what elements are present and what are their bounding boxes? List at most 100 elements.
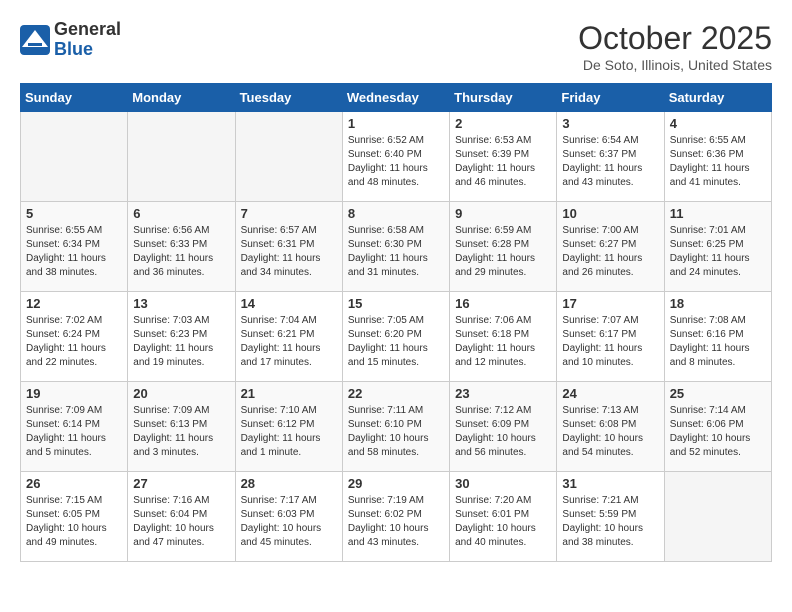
calendar-cell: 22 Sunrise: 7:11 AM Sunset: 6:10 PM Dayli… bbox=[342, 382, 449, 472]
logo: General Blue bbox=[20, 20, 121, 60]
day-info: Sunrise: 7:15 AM Sunset: 6:05 PM Dayligh… bbox=[26, 494, 122, 550]
day-number: 5 bbox=[26, 206, 122, 221]
calendar-cell: 31 Sunrise: 7:21 AM Sunset: 5:59 PM Dayli… bbox=[557, 472, 664, 562]
day-info: Sunrise: 6:53 AM Sunset: 6:39 PM Dayligh… bbox=[455, 134, 551, 190]
day-number: 7 bbox=[241, 206, 337, 221]
calendar-cell: 12 Sunrise: 7:02 AM Sunset: 6:24 PM Dayli… bbox=[21, 292, 128, 382]
calendar-cell: 19Sunrise: 7:09 AM Sunset: 6:14 PM Dayli… bbox=[21, 382, 128, 472]
calendar-cell: 14Sunrise: 7:04 AM Sunset: 6:21 PM Dayli… bbox=[235, 292, 342, 382]
calendar-cell: 1 Sunrise: 6:52 AM Sunset: 6:40 PM Daylig… bbox=[342, 112, 449, 202]
day-info: Sunrise: 7:16 AM Sunset: 6:04 PM Dayligh… bbox=[133, 494, 229, 550]
day-info: Sunrise: 7:07 AM Sunset: 6:17 PM Dayligh… bbox=[562, 314, 658, 370]
day-number: 13 bbox=[133, 296, 229, 311]
calendar-cell bbox=[664, 472, 771, 562]
logo-text: General Blue bbox=[54, 20, 121, 60]
calendar-cell: 24 Sunrise: 7:13 AM Sunset: 6:08 PM Dayli… bbox=[557, 382, 664, 472]
day-info: Sunrise: 7:06 AM Sunset: 6:18 PM Dayligh… bbox=[455, 314, 551, 370]
day-number: 12 bbox=[26, 296, 122, 311]
day-number: 18 bbox=[670, 296, 766, 311]
day-info: Sunrise: 7:03 AM Sunset: 6:23 PM Dayligh… bbox=[133, 314, 229, 370]
day-number: 28 bbox=[241, 476, 337, 491]
calendar-cell bbox=[21, 112, 128, 202]
calendar-cell: 10 Sunrise: 7:00 AM Sunset: 6:27 PM Dayli… bbox=[557, 202, 664, 292]
day-info: Sunrise: 7:14 AM Sunset: 6:06 PM Dayligh… bbox=[670, 404, 766, 460]
calendar-cell: 23 Sunrise: 7:12 AM Sunset: 6:09 PM Dayli… bbox=[450, 382, 557, 472]
day-info: Sunrise: 7:02 AM Sunset: 6:24 PM Dayligh… bbox=[26, 314, 122, 370]
calendar-cell: 30 Sunrise: 7:20 AM Sunset: 6:01 PM Dayli… bbox=[450, 472, 557, 562]
day-info: Sunrise: 7:13 AM Sunset: 6:08 PM Dayligh… bbox=[562, 404, 658, 460]
calendar-cell: 17 Sunrise: 7:07 AM Sunset: 6:17 PM Dayli… bbox=[557, 292, 664, 382]
logo-general: General bbox=[54, 20, 121, 40]
day-number: 6 bbox=[133, 206, 229, 221]
day-number: 17 bbox=[562, 296, 658, 311]
day-number: 30 bbox=[455, 476, 551, 491]
day-info: Sunrise: 6:57 AM Sunset: 6:31 PM Dayligh… bbox=[241, 224, 337, 280]
day-info: Sunrise: 7:04 AM Sunset: 6:21 PM Dayligh… bbox=[241, 314, 337, 370]
day-info: Sunrise: 7:12 AM Sunset: 6:09 PM Dayligh… bbox=[455, 404, 551, 460]
day-number: 10 bbox=[562, 206, 658, 221]
calendar-cell: 28 Sunrise: 7:17 AM Sunset: 6:03 PM Dayli… bbox=[235, 472, 342, 562]
day-number: 22 bbox=[348, 386, 444, 401]
week-row-3: 12 Sunrise: 7:02 AM Sunset: 6:24 PM Dayli… bbox=[21, 292, 772, 382]
day-number: 25 bbox=[670, 386, 766, 401]
week-row-5: 26 Sunrise: 7:15 AM Sunset: 6:05 PM Dayli… bbox=[21, 472, 772, 562]
calendar-cell bbox=[235, 112, 342, 202]
day-info: Sunrise: 7:08 AM Sunset: 6:16 PM Dayligh… bbox=[670, 314, 766, 370]
day-number: 1 bbox=[348, 116, 444, 131]
day-info: Sunrise: 6:54 AM Sunset: 6:37 PM Dayligh… bbox=[562, 134, 658, 190]
day-header-sunday: Sunday bbox=[21, 84, 128, 112]
day-number: 21 bbox=[241, 386, 337, 401]
day-number: 31 bbox=[562, 476, 658, 491]
calendar-cell: 4 Sunrise: 6:55 AM Sunset: 6:36 PM Daylig… bbox=[664, 112, 771, 202]
day-number: 2 bbox=[455, 116, 551, 131]
day-number: 23 bbox=[455, 386, 551, 401]
logo-blue: Blue bbox=[54, 40, 121, 60]
day-info: Sunrise: 7:21 AM Sunset: 5:59 PM Dayligh… bbox=[562, 494, 658, 550]
day-number: 4 bbox=[670, 116, 766, 131]
calendar-cell: 3 Sunrise: 6:54 AM Sunset: 6:37 PM Daylig… bbox=[557, 112, 664, 202]
day-number: 16 bbox=[455, 296, 551, 311]
day-header-monday: Monday bbox=[128, 84, 235, 112]
days-header-row: SundayMondayTuesdayWednesdayThursdayFrid… bbox=[21, 84, 772, 112]
day-header-thursday: Thursday bbox=[450, 84, 557, 112]
week-row-2: 5 Sunrise: 6:55 AM Sunset: 6:34 PM Daylig… bbox=[21, 202, 772, 292]
calendar-cell: 18 Sunrise: 7:08 AM Sunset: 6:16 PM Dayli… bbox=[664, 292, 771, 382]
day-info: Sunrise: 7:00 AM Sunset: 6:27 PM Dayligh… bbox=[562, 224, 658, 280]
calendar-cell: 6Sunrise: 6:56 AM Sunset: 6:33 PM Daylig… bbox=[128, 202, 235, 292]
day-info: Sunrise: 6:55 AM Sunset: 6:36 PM Dayligh… bbox=[670, 134, 766, 190]
day-info: Sunrise: 7:05 AM Sunset: 6:20 PM Dayligh… bbox=[348, 314, 444, 370]
day-number: 3 bbox=[562, 116, 658, 131]
title-area: October 2025 De Soto, Illinois, United S… bbox=[578, 20, 772, 73]
day-info: Sunrise: 7:11 AM Sunset: 6:10 PM Dayligh… bbox=[348, 404, 444, 460]
day-number: 20 bbox=[133, 386, 229, 401]
calendar-cell bbox=[128, 112, 235, 202]
calendar-cell: 2 Sunrise: 6:53 AM Sunset: 6:39 PM Daylig… bbox=[450, 112, 557, 202]
day-info: Sunrise: 7:01 AM Sunset: 6:25 PM Dayligh… bbox=[670, 224, 766, 280]
day-info: Sunrise: 6:52 AM Sunset: 6:40 PM Dayligh… bbox=[348, 134, 444, 190]
day-info: Sunrise: 7:09 AM Sunset: 6:13 PM Dayligh… bbox=[133, 404, 229, 460]
day-info: Sunrise: 7:20 AM Sunset: 6:01 PM Dayligh… bbox=[455, 494, 551, 550]
day-info: Sunrise: 7:10 AM Sunset: 6:12 PM Dayligh… bbox=[241, 404, 337, 460]
calendar-cell: 20 Sunrise: 7:09 AM Sunset: 6:13 PM Dayli… bbox=[128, 382, 235, 472]
calendar-cell: 26 Sunrise: 7:15 AM Sunset: 6:05 PM Dayli… bbox=[21, 472, 128, 562]
calendar-cell: 25 Sunrise: 7:14 AM Sunset: 6:06 PM Dayli… bbox=[664, 382, 771, 472]
day-number: 24 bbox=[562, 386, 658, 401]
day-header-tuesday: Tuesday bbox=[235, 84, 342, 112]
day-info: Sunrise: 7:17 AM Sunset: 6:03 PM Dayligh… bbox=[241, 494, 337, 550]
day-number: 11 bbox=[670, 206, 766, 221]
month-title: October 2025 bbox=[578, 20, 772, 57]
calendar-cell: 8Sunrise: 6:58 AM Sunset: 6:30 PM Daylig… bbox=[342, 202, 449, 292]
calendar-cell: 27Sunrise: 7:16 AM Sunset: 6:04 PM Dayli… bbox=[128, 472, 235, 562]
day-info: Sunrise: 7:19 AM Sunset: 6:02 PM Dayligh… bbox=[348, 494, 444, 550]
day-info: Sunrise: 6:55 AM Sunset: 6:34 PM Dayligh… bbox=[26, 224, 122, 280]
calendar-cell: 9Sunrise: 6:59 AM Sunset: 6:28 PM Daylig… bbox=[450, 202, 557, 292]
logo-icon bbox=[20, 25, 50, 55]
day-number: 26 bbox=[26, 476, 122, 491]
calendar-cell: 16 Sunrise: 7:06 AM Sunset: 6:18 PM Dayli… bbox=[450, 292, 557, 382]
day-info: Sunrise: 6:59 AM Sunset: 6:28 PM Dayligh… bbox=[455, 224, 551, 280]
calendar-table: SundayMondayTuesdayWednesdayThursdayFrid… bbox=[20, 83, 772, 562]
calendar-cell: 13 Sunrise: 7:03 AM Sunset: 6:23 PM Dayli… bbox=[128, 292, 235, 382]
day-header-friday: Friday bbox=[557, 84, 664, 112]
calendar-cell: 11 Sunrise: 7:01 AM Sunset: 6:25 PM Dayli… bbox=[664, 202, 771, 292]
location: De Soto, Illinois, United States bbox=[578, 57, 772, 73]
